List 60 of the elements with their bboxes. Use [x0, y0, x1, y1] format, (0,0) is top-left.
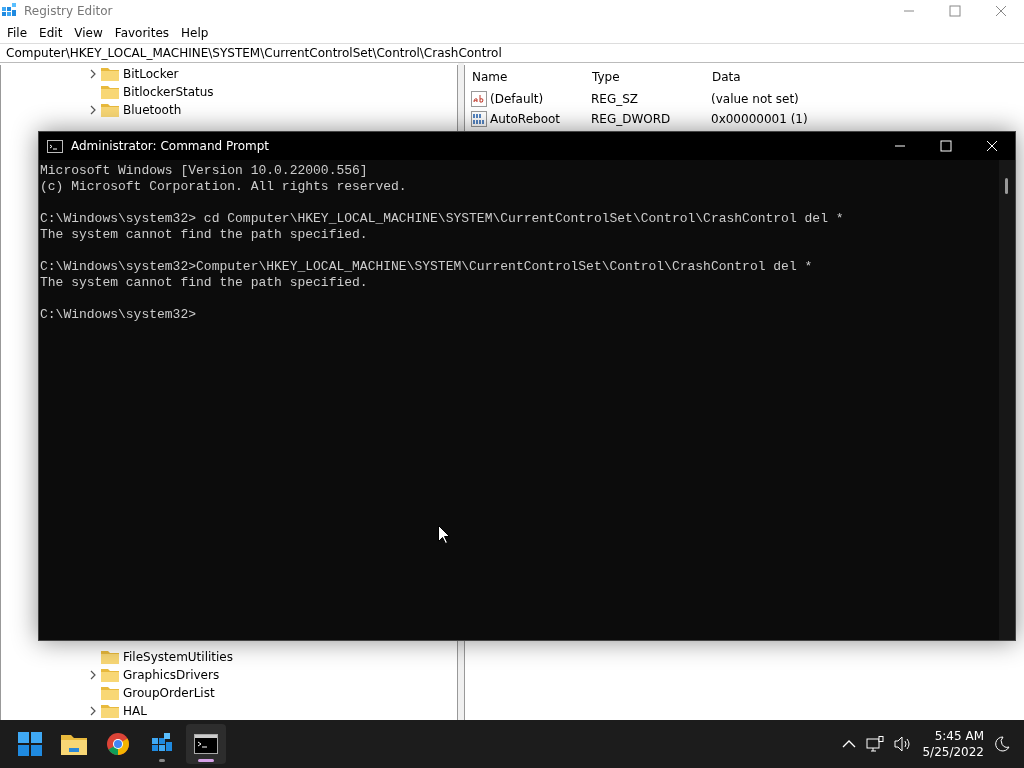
running-indicator — [159, 759, 165, 762]
running-indicator — [198, 759, 214, 762]
moon-icon[interactable] — [994, 736, 1010, 752]
menu-item[interactable]: Help — [176, 25, 214, 40]
start-icon[interactable] — [18, 732, 42, 756]
console-icon — [47, 139, 63, 153]
window-title: Administrator: Command Prompt — [71, 139, 269, 153]
console-line: C:\Windows\system32> — [40, 307, 198, 323]
chevron-icon[interactable] — [89, 706, 97, 716]
clock-date[interactable]: 5/25/2022 — [922, 744, 984, 760]
column-header[interactable]: Data — [711, 70, 911, 84]
menu-item[interactable]: View — [69, 25, 108, 40]
tree-item[interactable]: FileSystemUtilities — [123, 650, 233, 664]
folder-icon — [101, 103, 119, 117]
binary-value-icon — [471, 111, 487, 127]
folder-icon — [101, 67, 119, 81]
value-type: REG_SZ — [591, 92, 640, 106]
tree-item[interactable]: GroupOrderList — [123, 686, 215, 700]
scrollbar-thumb[interactable] — [1005, 178, 1008, 194]
cursor-icon — [438, 525, 450, 544]
value-type: REG_DWORD — [591, 112, 672, 126]
console-line: (c) Microsoft Corporation. All rights reserved. — [40, 179, 408, 195]
console-icon[interactable] — [194, 734, 218, 754]
menu-item[interactable]: Favorites — [109, 25, 175, 40]
value-name: (Default) — [490, 92, 544, 106]
chevron-icon[interactable] — [89, 105, 97, 115]
chevron-up-icon[interactable] — [842, 740, 857, 748]
tree-item[interactable]: BitLocker — [123, 67, 179, 81]
string-value-icon — [471, 91, 487, 107]
folder-icon[interactable] — [61, 733, 87, 755]
folder-icon — [101, 85, 119, 99]
network-icon[interactable] — [866, 736, 885, 752]
volume-icon[interactable] — [894, 736, 913, 752]
console-line: C:\Windows\system32> cd Computer\HKEY_LOCAL_MACHINE\SYSTEM\CurrentControlSet\Control\CrashControl del * — [40, 211, 845, 227]
value-data: (value not set) — [711, 92, 800, 106]
address-field[interactable]: Computer\HKEY_LOCAL_MACHINE\SYSTEM\CurrentControlSet\Control\CrashControl — [0, 43, 1024, 63]
browser-icon[interactable] — [106, 732, 130, 756]
registry-icon — [2, 3, 18, 19]
menu-item[interactable]: Edit — [34, 25, 68, 40]
console-line: C:\Windows\system32>Computer\HKEY_LOCAL_MACHINE\SYSTEM\CurrentControlSet\Control\CrashControl del * — [40, 259, 814, 275]
tree-item[interactable]: Bluetooth — [123, 103, 182, 117]
column-header[interactable]: Type — [591, 70, 711, 84]
chevron-icon[interactable] — [89, 670, 97, 680]
folder-icon — [101, 668, 119, 682]
console-line: The system cannot find the path specified. — [40, 275, 369, 291]
tree-item[interactable]: BitlockerStatus — [123, 85, 214, 99]
window-title: Registry Editor — [24, 4, 113, 18]
value-data: 0x00000001 (1) — [711, 112, 809, 126]
column-header[interactable]: Name — [471, 70, 591, 84]
folder-icon — [101, 650, 119, 664]
menu-item[interactable]: File — [2, 25, 33, 40]
chevron-icon[interactable] — [89, 69, 97, 79]
console-line: Microsoft Windows [Version 10.0.22000.556] — [40, 163, 369, 179]
value-name: AutoReboot — [490, 112, 561, 126]
folder-icon — [101, 686, 119, 700]
tree-item[interactable]: GraphicsDrivers — [123, 668, 220, 682]
folder-icon — [101, 704, 119, 718]
console-line: The system cannot find the path specified. — [40, 227, 369, 243]
tree-item[interactable]: HAL — [123, 704, 147, 718]
clock-time[interactable]: 5:45 AM — [934, 728, 984, 744]
